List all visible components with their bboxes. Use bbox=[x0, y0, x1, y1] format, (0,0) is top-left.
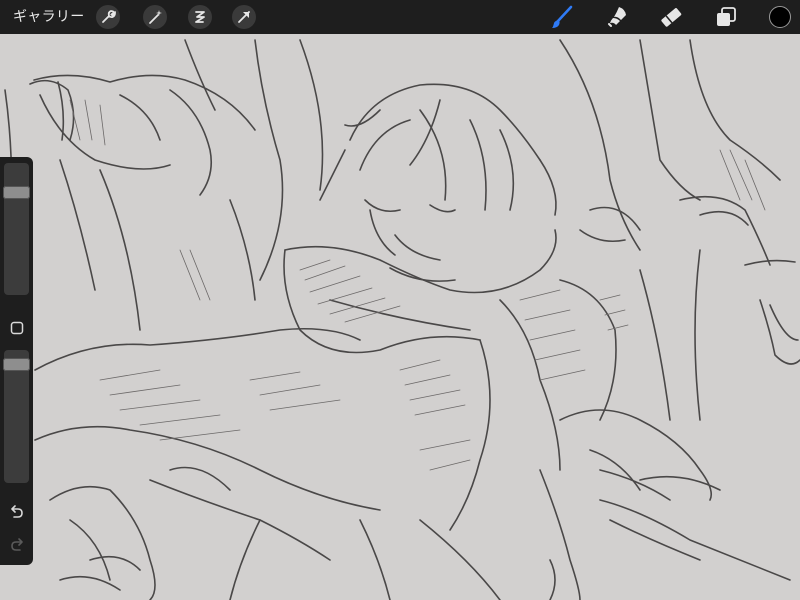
brush-size-slider-thumb[interactable] bbox=[3, 186, 30, 199]
brush-size-slider[interactable] bbox=[3, 163, 30, 295]
eraser-icon[interactable] bbox=[657, 3, 685, 31]
gallery-button[interactable]: ギャラリー bbox=[13, 0, 85, 34]
brush-icon[interactable] bbox=[548, 3, 576, 31]
drawing-canvas[interactable] bbox=[0, 0, 800, 600]
magic-wand-icon[interactable] bbox=[143, 5, 167, 29]
undo-icon[interactable] bbox=[4, 501, 29, 523]
color-picker-swatch[interactable] bbox=[769, 6, 791, 28]
left-sidebar bbox=[0, 157, 33, 565]
top-toolbar: ギャラリー bbox=[0, 0, 800, 34]
redo-icon[interactable] bbox=[4, 534, 29, 556]
layers-icon[interactable] bbox=[712, 3, 740, 31]
selection-icon[interactable] bbox=[188, 5, 212, 29]
smudge-icon[interactable] bbox=[604, 3, 632, 31]
opacity-slider[interactable] bbox=[3, 350, 30, 483]
modify-square-icon[interactable] bbox=[4, 317, 29, 339]
sketch-artwork bbox=[4, 39, 800, 600]
wrench-icon[interactable] bbox=[96, 5, 120, 29]
transform-arrow-icon[interactable] bbox=[232, 5, 256, 29]
opacity-slider-thumb[interactable] bbox=[3, 358, 30, 371]
